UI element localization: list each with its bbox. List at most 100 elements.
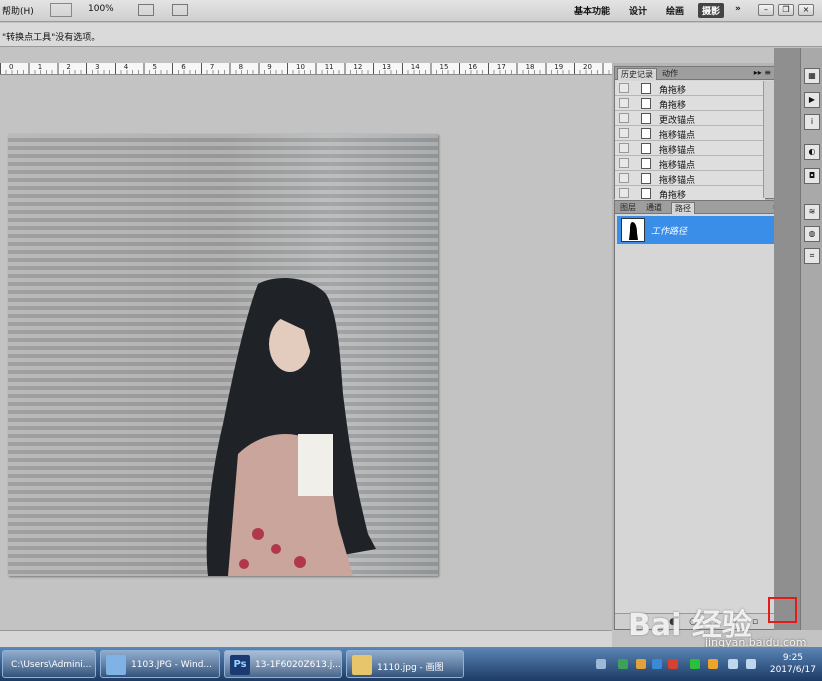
workspace-painting[interactable]: 绘画 [666, 4, 684, 17]
ruler-number: 4 [123, 63, 129, 71]
play-icon[interactable]: ▶ [804, 92, 820, 108]
adjustments-icon[interactable]: ◐ [804, 144, 820, 160]
clock-date: 2017/6/17 [769, 665, 816, 675]
ruler-number: 20 [583, 63, 592, 71]
history-step-icon [641, 188, 651, 199]
status-bar [0, 630, 612, 647]
tray-flag-icon[interactable] [708, 659, 718, 669]
history-item[interactable]: 拖移锚点 [615, 171, 765, 186]
history-step-icon [641, 113, 651, 124]
history-snapshot-checkbox[interactable] [619, 173, 629, 183]
windows-taskbar: C:\Users\Admini... 1103.JPG - Wind... Ps… [0, 647, 822, 681]
history-item[interactable]: 拖移锚点 [615, 156, 765, 171]
taskbar-clock[interactable]: 9:25 2017/6/17 [770, 652, 816, 676]
taskbar-photo-viewer[interactable]: 1103.JPG - Wind... [100, 650, 220, 678]
photo-viewer-icon [106, 655, 126, 675]
photo-image[interactable] [8, 134, 438, 576]
history-item-label: 拖移锚点 [659, 161, 696, 171]
taskbar-photoshop-label: 13-1F6020Z613.j... [255, 660, 341, 670]
menu-help[interactable]: 帮助(H) [2, 4, 34, 17]
history-item-label: 更改锚点 [659, 116, 696, 126]
history-item[interactable]: 拖移锚点 [615, 141, 765, 156]
history-tabs: 历史记录 动作 ▸▸ ≡ [615, 67, 775, 80]
history-step-icon [641, 83, 651, 94]
tray-volume-icon[interactable] [746, 659, 756, 669]
tray-app-icon[interactable] [668, 659, 678, 669]
ruler-number: 15 [439, 63, 449, 71]
ruler-number: 1 [37, 63, 43, 71]
tray-security-icon[interactable] [636, 659, 646, 669]
tray-qq-icon[interactable] [652, 659, 662, 669]
info-icon[interactable]: i [804, 114, 820, 130]
taskbar-paint-label: 1110.jpg - 画图 [377, 663, 444, 673]
channels-icon[interactable]: ◍ [804, 226, 820, 242]
paths-icon[interactable]: ⌗ [804, 248, 820, 264]
photoshop-icon: Ps [230, 655, 250, 675]
options-bar: "转换点工具"没有选项。 [0, 23, 822, 47]
ruler-number: 16 [468, 63, 478, 71]
path-thumbnail [621, 218, 645, 242]
history-step-icon [641, 98, 651, 109]
horizontal-ruler: 0123456789101112131415161718192021 [0, 63, 621, 75]
history-item-label: 拖移锚点 [659, 146, 696, 156]
ruler-number: 7 [209, 63, 215, 71]
taskbar-paint[interactable]: 1110.jpg - 画图 [346, 650, 464, 678]
ruler-number: 9 [267, 63, 272, 71]
tab-layers[interactable]: 图层 [617, 202, 639, 214]
close-icon[interactable]: × [798, 4, 814, 16]
tray-network-icon[interactable] [728, 659, 738, 669]
taskbar-explorer[interactable]: C:\Users\Admini... [2, 650, 96, 678]
history-item-label: 角拖移 [659, 101, 687, 111]
workspace-photography[interactable]: 摄影 [698, 3, 725, 18]
arrange-docs-icon[interactable] [138, 4, 154, 16]
history-step-icon [641, 158, 651, 169]
minimize-icon[interactable]: – [758, 4, 774, 16]
photo-figure [206, 278, 376, 576]
layers-icon[interactable]: ≋ [804, 204, 820, 220]
histogram-icon[interactable]: ▦ [804, 68, 820, 84]
workspace-essentials[interactable]: 基本功能 [574, 4, 610, 17]
screen-mode-icon[interactable] [50, 3, 72, 17]
history-snapshot-checkbox[interactable] [619, 98, 629, 108]
taskbar-explorer-label: C:\Users\Admini... [11, 660, 92, 670]
tab-actions[interactable]: 动作 [659, 68, 681, 80]
path-thumbnail-shape [629, 222, 638, 240]
ruler-number: 18 [525, 63, 535, 71]
work-path-label: 工作路径 [651, 227, 688, 237]
tray-keyboard-icon[interactable] [596, 659, 606, 669]
screen-mode-menu-icon[interactable] [172, 4, 188, 16]
history-snapshot-checkbox[interactable] [619, 188, 629, 198]
paint-icon [352, 655, 372, 675]
history-item[interactable]: 拖移锚点 [615, 126, 765, 141]
restore-icon[interactable]: ❐ [778, 4, 794, 16]
taskbar-photoshop[interactable]: Ps 13-1F6020Z613.j... [224, 650, 342, 678]
ruler-number: 5 [152, 63, 157, 71]
tray-u-icon[interactable] [690, 659, 700, 669]
zoom-level[interactable]: 100% [88, 4, 114, 14]
history-snapshot-checkbox[interactable] [619, 128, 629, 138]
history-snapshot-checkbox[interactable] [619, 113, 629, 123]
history-item-label: 拖移锚点 [659, 176, 696, 186]
tab-paths[interactable]: 路径 [671, 202, 695, 214]
history-snapshot-checkbox[interactable] [619, 143, 629, 153]
tab-history[interactable]: 历史记录 [617, 68, 657, 80]
ruler-number: 10 [296, 63, 305, 71]
history-item[interactable]: 角拖移 [615, 186, 765, 201]
history-item-label: 拖移锚点 [659, 131, 696, 141]
workspace-design[interactable]: 设计 [629, 4, 647, 17]
history-item[interactable]: 角拖移 [615, 81, 765, 96]
ruler-number: 13 [382, 63, 392, 71]
history-item[interactable]: 角拖移 [615, 96, 765, 111]
tab-channels[interactable]: 通道 [643, 202, 665, 214]
history-snapshot-checkbox[interactable] [619, 83, 629, 93]
history-item[interactable]: 更改锚点 [615, 111, 765, 126]
panel-menu-icon[interactable]: ▸▸ ≡ [754, 68, 771, 77]
work-path-row[interactable]: 工作路径 [617, 216, 791, 244]
history-step-icon [641, 128, 651, 139]
panel-column: 历史记录 动作 ▸▸ ≡ 角拖移 角拖移 更改锚点 拖移锚点 拖移锚点 拖移锚点 拖移锚点角… [612, 63, 800, 630]
more-workspaces[interactable]: » [735, 4, 741, 14]
masks-icon[interactable]: ◘ [804, 168, 820, 184]
ruler-number: 11 [324, 63, 334, 71]
tray-shield-icon[interactable] [618, 659, 628, 669]
history-snapshot-checkbox[interactable] [619, 158, 629, 168]
